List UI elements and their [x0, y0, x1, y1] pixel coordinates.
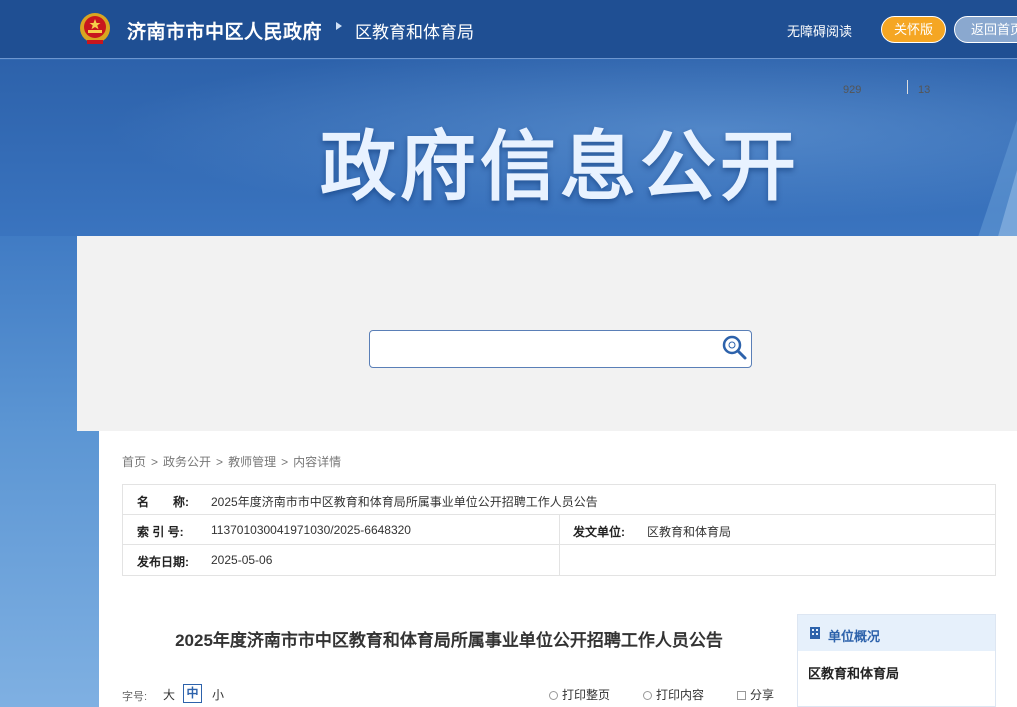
- meta-issuer-label: 发文单位:: [573, 525, 625, 539]
- share-icon: [737, 691, 746, 700]
- meta-row-index: 索 引 号: 113701030041971030/2025-6648320 发…: [123, 515, 995, 545]
- unit-stat-2: 13: [918, 84, 931, 96]
- national-emblem-icon: [80, 13, 110, 44]
- meta-name-label: 名 称:: [137, 495, 189, 509]
- unit-overview-title: 单位概况: [828, 629, 881, 644]
- care-mode-button[interactable]: 关怀版: [881, 16, 946, 43]
- breadcrumb-teacher-mgmt[interactable]: 教师管理: [228, 455, 276, 469]
- meta-issuer-value: 区教育和体育局: [647, 525, 732, 539]
- meta-table: 名 称: 2025年度济南市市中区教育和体育局所属事业单位公开招聘工作人员公告 …: [122, 484, 996, 576]
- font-size-large-button[interactable]: 大: [163, 686, 175, 703]
- meta-date-value: 2025-05-06: [211, 553, 273, 567]
- unit-overview-card: 单位概况 区教育和体育局: [797, 614, 996, 707]
- meta-row-date: 发布日期: 2025-05-06: [123, 545, 995, 575]
- search-icon[interactable]: [720, 334, 748, 362]
- meta-row-name: 名 称: 2025年度济南市市中区教育和体育局所属事业单位公开招聘工作人员公告: [123, 485, 995, 515]
- header-arrow-icon: [336, 22, 342, 30]
- print-page-button[interactable]: 打印整页: [549, 686, 610, 703]
- site-title[interactable]: 济南市市中区人民政府: [127, 17, 322, 44]
- meta-date-label: 发布日期:: [137, 555, 189, 569]
- dept-title[interactable]: 区教育和体育局: [355, 18, 474, 43]
- print-content-button[interactable]: 打印内容: [643, 686, 704, 703]
- breadcrumb-home[interactable]: 首页: [122, 455, 146, 469]
- font-size-label: 字号:: [122, 691, 148, 703]
- accessible-reading-link[interactable]: 无障碍阅读: [787, 21, 852, 40]
- unit-org-name[interactable]: 区教育和体育局: [808, 663, 899, 682]
- return-home-button[interactable]: 返回首页: [954, 16, 1017, 43]
- breadcrumb: 首页 > 政务公开 > 教师管理 > 内容详情: [122, 455, 342, 469]
- meta-index-label: 索 引 号:: [137, 525, 184, 539]
- top-header: 济南市市中区人民政府 区教育和体育局 无障碍阅读 关怀版 返回首页: [0, 0, 1017, 59]
- breadcrumb-detail: 内容详情: [293, 455, 342, 469]
- building-icon: [810, 627, 820, 639]
- meta-index-value: 113701030041971030/2025-6648320: [211, 523, 411, 537]
- print-icon: [643, 691, 652, 700]
- font-size-small-button[interactable]: 小: [212, 686, 224, 703]
- banner-title: 政府信息公开: [320, 122, 800, 211]
- search-input[interactable]: [369, 330, 752, 368]
- article-title: 2025年度济南市市中区教育和体育局所属事业单位公开招聘工作人员公告: [175, 631, 723, 650]
- print-icon: [549, 691, 558, 700]
- meta-name-value: 2025年度济南市市中区教育和体育局所属事业单位公开招聘工作人员公告: [211, 495, 598, 509]
- share-button[interactable]: 分享: [737, 686, 774, 703]
- font-size-medium-button[interactable]: 中: [183, 684, 202, 703]
- unit-overview-header: 单位概况: [798, 615, 995, 651]
- unit-stat-1: 929: [843, 84, 862, 96]
- breadcrumb-gov-affairs[interactable]: 政务公开: [163, 455, 211, 469]
